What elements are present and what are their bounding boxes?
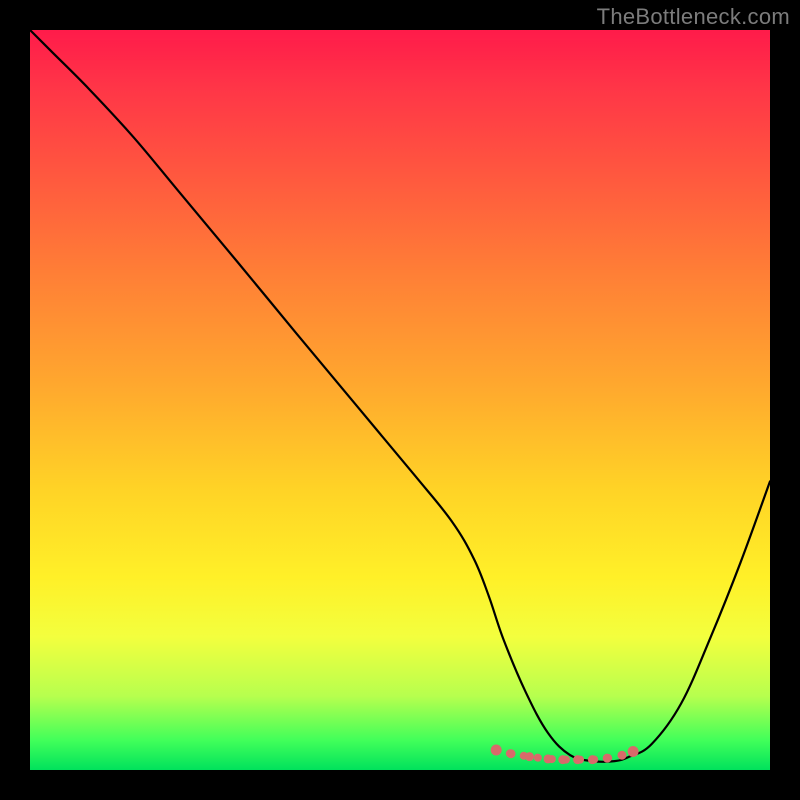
minimum-point-dot <box>491 745 502 756</box>
minimum-point-dot <box>588 755 597 764</box>
minimum-point-dot <box>628 746 639 757</box>
curve-svg <box>30 30 770 770</box>
minimum-point-dot <box>573 755 582 764</box>
minimum-point-dot <box>544 754 553 763</box>
minimum-point-dot <box>525 752 534 761</box>
minimum-point-dot <box>603 754 612 763</box>
watermark-text: TheBottleneck.com <box>597 4 790 30</box>
outer-frame: TheBottleneck.com <box>0 0 800 800</box>
minimum-point-dot <box>507 749 516 758</box>
plot-area <box>30 30 770 770</box>
minimum-point-dot <box>618 751 627 760</box>
bottleneck-curve-path <box>30 30 770 762</box>
minimum-point-dot <box>558 755 567 764</box>
